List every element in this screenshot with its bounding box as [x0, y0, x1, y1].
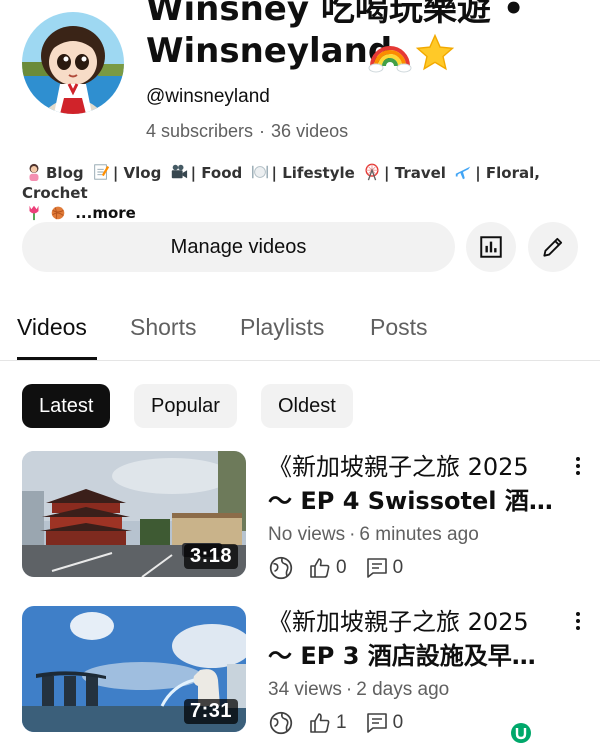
view-count: 34 views [268, 679, 342, 700]
like-count: 1 [336, 712, 347, 733]
desc-food: | Food [190, 164, 243, 182]
desc-vlog: | Vlog [112, 164, 162, 182]
thumbs-up-icon[interactable] [308, 556, 332, 580]
tulip-icon [29, 205, 39, 221]
edit-channel-button[interactable] [528, 222, 578, 272]
airplane-icon [455, 166, 471, 180]
subscriber-count: 4 subscribers [146, 121, 254, 141]
tab-videos[interactable]: Videos [17, 314, 87, 341]
channel-handle: @winsneyland [146, 86, 270, 107]
upload-age: 2 days ago [356, 679, 450, 700]
globe-icon [269, 711, 293, 735]
rainbow-icon [368, 46, 412, 73]
description-more-link[interactable]: ...more [75, 204, 136, 222]
channel-title: Winsney 吃喝玩樂遊 • Winsneyland [146, 0, 586, 72]
star-icon [415, 33, 455, 71]
like-count: 0 [336, 557, 347, 578]
comment-icon[interactable] [365, 556, 389, 580]
view-count: No views [268, 524, 346, 545]
channel-avatar[interactable] [22, 12, 124, 114]
desc-blog: Blog [46, 164, 84, 182]
title-emojis [368, 30, 460, 74]
active-tab-indicator [17, 357, 97, 360]
woman-icon [29, 163, 39, 181]
video-duration: 7:31 [183, 699, 238, 724]
ferris-wheel-icon [365, 163, 379, 181]
tab-playlists[interactable]: Playlists [240, 314, 324, 341]
plate-icon [251, 165, 268, 179]
filter-chip-latest[interactable]: Latest [22, 384, 111, 428]
video-count: 36 videos [271, 121, 349, 141]
video-meta: 34 views · 2 days ago [268, 679, 450, 700]
desc-lifestyle: | Lifestyle [271, 164, 355, 182]
video-thumbnail[interactable]: 7:31 [22, 606, 246, 732]
comment-count: 0 [392, 557, 404, 578]
filter-chip-popular[interactable]: Popular [134, 384, 237, 428]
comment-icon[interactable] [365, 711, 389, 735]
analytics-button[interactable] [466, 222, 516, 272]
desc-travel: | Travel [384, 164, 446, 182]
video-title[interactable]: 《新加坡親子之旅 2025 ～ EP 3 酒店設施及早… [268, 605, 558, 673]
pencil-icon [543, 237, 563, 257]
app-watermark-icon [511, 723, 531, 743]
manage-videos-button[interactable]: Manage videos [22, 222, 455, 272]
upload-age: 6 minutes ago [359, 524, 479, 545]
tab-posts[interactable]: Posts [370, 314, 428, 341]
channel-title-line1: Winsney 吃喝玩樂遊 • [146, 0, 525, 29]
tab-shorts[interactable]: Shorts [130, 314, 196, 341]
video-actions: 0 0 [268, 553, 421, 583]
video-actions: 1 0 [268, 708, 421, 738]
channel-title-line2: Winsneyland [146, 31, 393, 71]
video-duration: 3:18 [183, 544, 238, 569]
globe-icon [269, 556, 293, 580]
more-options-icon[interactable] [568, 609, 588, 633]
movie-camera-icon [171, 164, 187, 179]
channel-stats: 4 subscribers · 36 videos [146, 121, 349, 141]
filter-chip-oldest[interactable]: Oldest [261, 384, 353, 428]
comment-count: 0 [392, 712, 404, 733]
thumbs-up-icon[interactable] [308, 711, 332, 735]
channel-tabs: Videos Shorts Playlists Posts [0, 300, 600, 361]
yarn-ball-icon [51, 206, 65, 220]
more-options-icon[interactable] [568, 454, 588, 478]
video-title[interactable]: 《新加坡親子之旅 2025 ～ EP 4 Swissotel 酒… [268, 450, 558, 518]
bar-chart-icon [480, 236, 502, 258]
video-thumbnail[interactable]: 3:18 [22, 451, 246, 577]
memo-icon [94, 164, 110, 180]
channel-description[interactable]: Blog | Vlog | Food | Lifestyle | Travel … [22, 163, 592, 223]
video-meta: No views · 6 minutes ago [268, 524, 479, 545]
